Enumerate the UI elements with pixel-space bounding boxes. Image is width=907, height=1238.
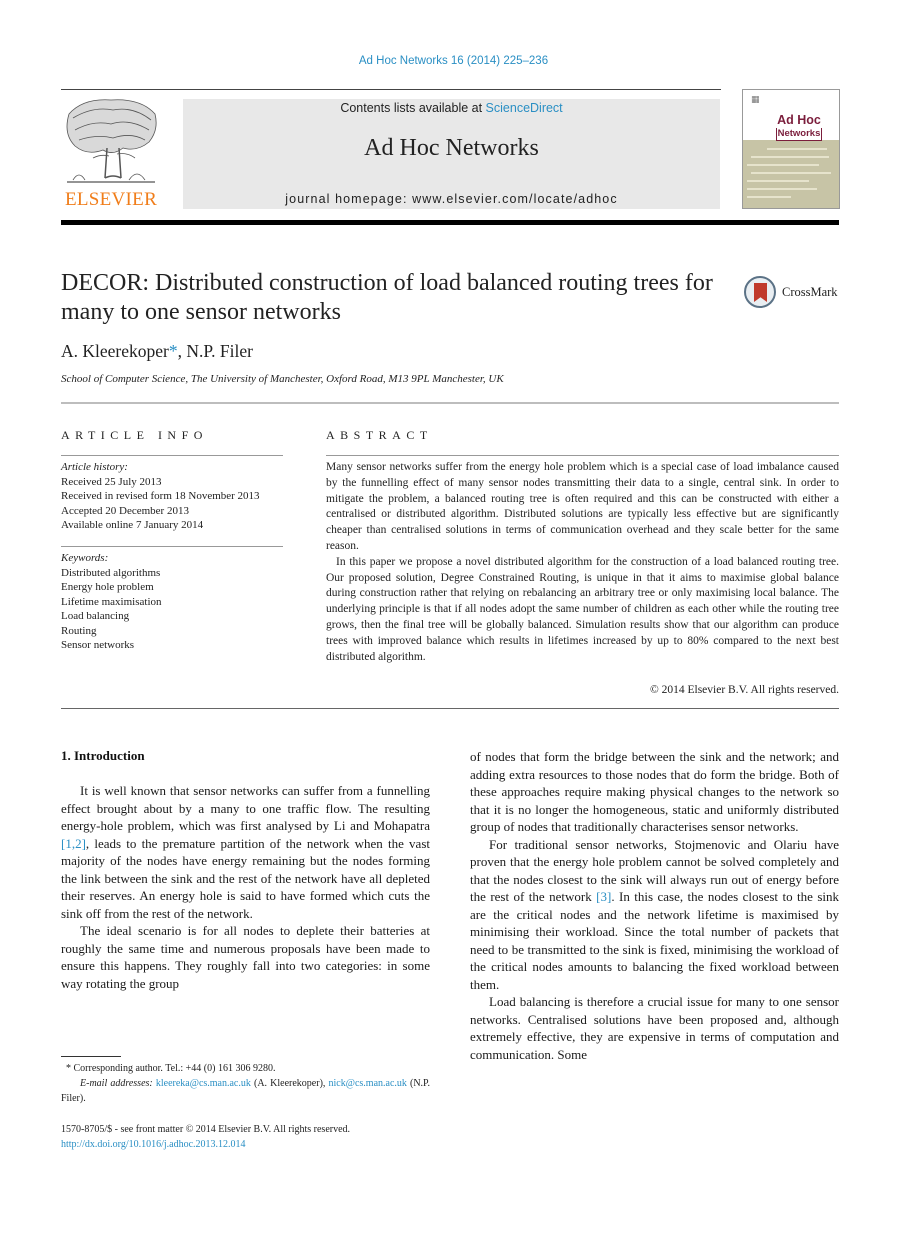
citation-link[interactable]: [1,2] (61, 836, 86, 851)
journal-homepage-link[interactable]: journal homepage: www.elsevier.com/locat… (183, 192, 720, 206)
keywords-label: Keywords: (61, 552, 109, 564)
abstract-paragraph: In this paper we propose a novel distrib… (326, 555, 839, 663)
keyword-item: Lifetime maximisation (61, 595, 162, 608)
body-paragraph: Load balancing is therefore a crucial is… (470, 994, 839, 1062)
footnote-divider (61, 1056, 121, 1057)
contents-prefix: Contents lists available at (340, 101, 486, 115)
front-matter-text: 1570-8705/$ - see front matter © 2014 El… (61, 1124, 351, 1135)
abstract-copyright: © 2014 Elsevier B.V. All rights reserved… (650, 684, 839, 696)
masthead-top-divider (61, 89, 721, 90)
journal-name: Ad Hoc Networks (364, 135, 539, 161)
keyword-item: Sensor networks (61, 639, 135, 651)
masthead-banner: Contents lists available at ScienceDirec… (183, 99, 720, 209)
body-column-right: of nodes that form the bridge between th… (470, 748, 839, 1063)
keyword-item: Routing (61, 624, 97, 637)
divider (61, 546, 283, 547)
divider (61, 402, 839, 404)
divider (326, 455, 839, 456)
affiliation: School of Computer Science, The Universi… (61, 373, 504, 385)
journal-cover-thumbnail[interactable]: ▦ Ad Hoc Networks (742, 89, 840, 209)
body-paragraph: For traditional sensor networks, Stojmen… (470, 836, 839, 992)
contents-line: Contents lists available at ScienceDirec… (183, 101, 720, 115)
corresponding-author-footnote: * Corresponding author. Tel.: +44 (0) 16… (66, 1063, 276, 1074)
elsevier-wordmark: ELSEVIER (64, 189, 158, 210)
email-link[interactable]: kleereka@cs.man.ac.uk (156, 1078, 251, 1089)
journal-citation-link[interactable]: Ad Hoc Networks 16 (2014) 225–236 (0, 55, 907, 67)
keyword-item: Load balancing (61, 610, 130, 622)
front-matter: 1570-8705/$ - see front matter © 2014 El… (61, 1122, 441, 1152)
author-name: N.P. Filer (186, 341, 253, 361)
article-history: Article history: Received 25 July 2013 R… (61, 460, 291, 533)
keyword-item: Distributed algorithms (61, 566, 161, 579)
crossmark-icon (744, 276, 776, 308)
article-title: DECOR: Distributed construction of load … (61, 270, 713, 325)
elsevier-tree-icon (66, 99, 157, 183)
crossmark-label: CrossMark (782, 285, 838, 299)
author-name: A. Kleerekoper (61, 341, 169, 361)
body-column-left: It is well known that sensor networks ca… (61, 782, 430, 992)
abstract-paragraph: Many sensor networks suffer from the ene… (326, 461, 839, 552)
article-history-label: Article history: (61, 461, 128, 473)
history-item: Accepted 20 December 2013 (61, 504, 189, 517)
history-item: Available online 7 January 2014 (61, 519, 204, 531)
footnotes: * Corresponding author. Tel.: +44 (0) 16… (61, 1061, 430, 1106)
corresponding-author-marker[interactable]: * (169, 341, 178, 361)
author-list: A. Kleerekoper*, N.P. Filer (61, 341, 253, 361)
article-info-heading: ARTICLE INFO (61, 428, 208, 442)
sciencedirect-link[interactable]: ScienceDirect (486, 101, 563, 115)
email-footnote: E-mail addresses: kleereka@cs.man.ac.uk … (61, 1078, 431, 1104)
abstract-text: Many sensor networks suffer from the ene… (326, 460, 839, 665)
elsevier-logo[interactable]: ELSEVIER (61, 96, 161, 210)
keyword-item: Energy hole problem (61, 581, 154, 593)
email-link[interactable]: nick@cs.man.ac.uk (329, 1078, 407, 1089)
keywords: Keywords: Distributed algorithms Energy … (61, 551, 291, 653)
masthead-bottom-divider (61, 220, 839, 225)
crossmark-button[interactable]: CrossMark (744, 276, 844, 310)
cover-title: Ad Hoc Networks (775, 113, 823, 141)
section-heading: 1. Introduction (61, 748, 145, 763)
body-paragraph: It is well known that sensor networks ca… (61, 783, 430, 921)
body-paragraph: of nodes that form the bridge between th… (470, 749, 839, 834)
history-item: Received 25 July 2013 (61, 475, 162, 488)
doi-link[interactable]: http://dx.doi.org/10.1016/j.adhoc.2013.1… (61, 1137, 441, 1152)
abstract-heading: ABSTRACT (326, 428, 433, 442)
body-paragraph: The ideal scenario is for all nodes to d… (61, 923, 430, 991)
history-item: Received in revised form 18 November 201… (61, 490, 260, 502)
divider (61, 455, 283, 456)
cover-publisher-icon: ▦ (751, 94, 760, 104)
divider (61, 708, 839, 709)
citation-link[interactable]: [3] (596, 889, 611, 904)
